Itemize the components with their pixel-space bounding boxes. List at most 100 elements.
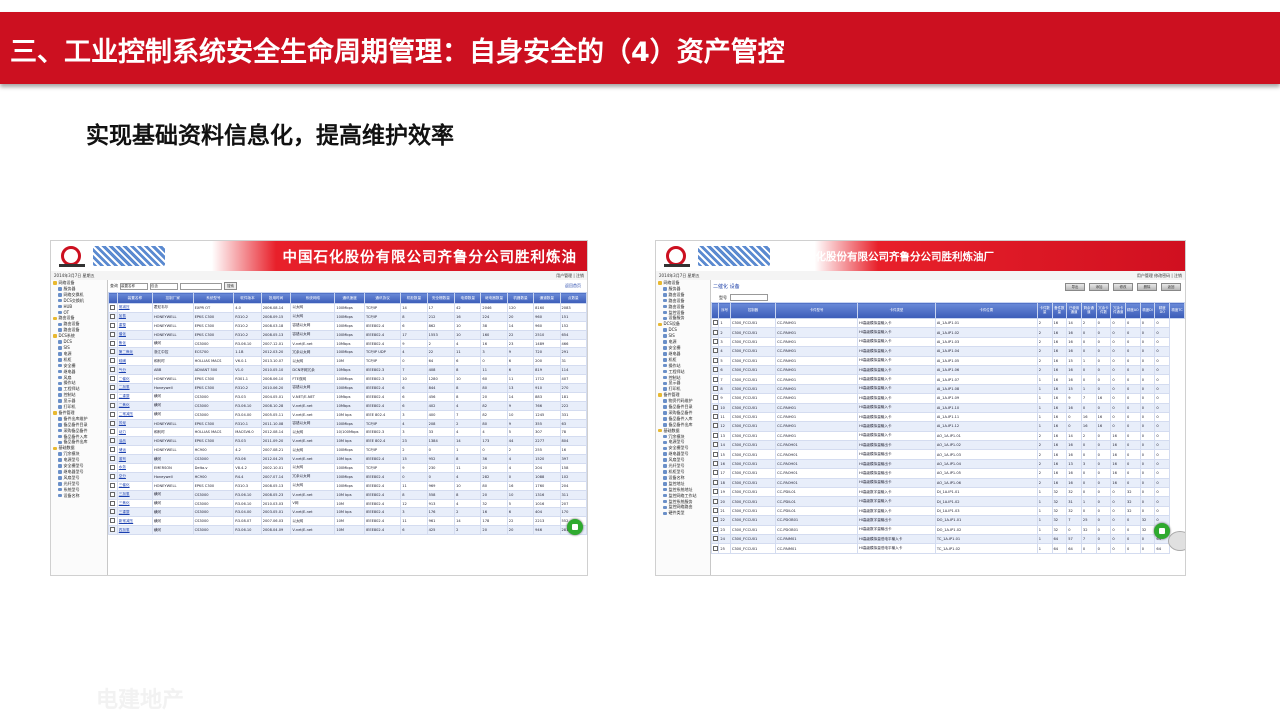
row-checkbox[interactable] (108, 516, 118, 527)
table-link-cell[interactable]: 硫磺 (116, 356, 153, 367)
table-row[interactable]: 6 C300_FCCU01 CC-PAIH01 HI高级模拟量输入卡 AI_1A.IP1… (711, 364, 1185, 376)
column-header[interactable]: 已使用通道 (1066, 302, 1082, 319)
table-row[interactable]: 空分 Honeywell HC900 R4.4 2007.07.14 冗余以太网 100Mb… (108, 471, 587, 482)
row-checkbox[interactable] (711, 515, 720, 526)
table-row[interactable]: 二焦化 横河 CS3000 R3.06.10 2008.10.28 V-net/E-net… (108, 400, 587, 411)
row-checkbox[interactable] (711, 402, 720, 413)
table-link-cell[interactable]: 储运 (116, 445, 153, 456)
float-assistant-icon[interactable] (567, 519, 583, 535)
row-checkbox[interactable] (108, 383, 118, 393)
table-row[interactable]: 25 C300_FCCU01 CC-PAIM01 HI高级模拟量低电平输入卡 TC_1A… (711, 543, 1185, 554)
column-header[interactable]: 备件数量 (1051, 302, 1068, 319)
row-checkbox[interactable] (711, 421, 720, 432)
table-row[interactable]: 1 C300_FCCU01 CC-PAIH01 HI高级模拟量输入卡 AI_1A.IP1… (711, 317, 1185, 329)
table-link-cell[interactable]: 三加氢 (116, 489, 153, 500)
column-header[interactable]: 通讯速度 (334, 292, 365, 304)
table-row[interactable]: 22 C300_FCCU01 CC-PDOB01 HI高级数字量输出卡 DO_1A.IP… (711, 515, 1185, 526)
row-checkbox[interactable] (711, 533, 720, 545)
table-link-cell[interactable]: 二重整 (116, 391, 153, 402)
row-checkbox[interactable] (711, 449, 720, 460)
table-row[interactable]: 13 C300_FCCU01 CC-PAIH01 HI高级模拟量输入卡 AO_1A.IP… (711, 430, 1185, 442)
table-row[interactable]: 7 C300_FCCU01 CC-PAIH01 HI高级模拟量输入卡 AI_1A.IP1… (711, 374, 1185, 385)
column-header[interactable]: 序号 (718, 302, 731, 319)
table-link-cell[interactable]: 常减压 (116, 303, 153, 313)
row-checkbox[interactable] (108, 365, 118, 376)
row-checkbox[interactable] (711, 336, 720, 348)
column-header[interactable]: 安全栅数量 (426, 292, 456, 304)
column-header[interactable]: 装置名称 (116, 292, 153, 304)
column-header[interactable]: 系统型号 (192, 292, 235, 304)
table-row[interactable]: 17 C300_FCCU01 CC-PAOH01 HI高级模拟量输出卡 AO_1A.IP… (711, 468, 1185, 479)
row-checkbox[interactable] (108, 418, 118, 429)
column-header[interactable]: 机柜数量 (400, 292, 428, 304)
table-row[interactable]: 三重整 横河 CS3000 R3.04.00 2003.05.01 V-net/E-net… (108, 507, 587, 518)
table-link-cell[interactable]: 二焦化 (116, 400, 153, 411)
table-link-cell[interactable]: 新常减压 (116, 516, 153, 527)
table-link-cell[interactable]: 溶剂 (116, 454, 153, 465)
column-header[interactable] (108, 292, 118, 304)
table-row[interactable]: 重整 HONEYWELL EPKS C300 R310.2 2008.03.18 容错以太… (108, 320, 587, 331)
action-button[interactable]: 导出 (1065, 282, 1085, 291)
row-checkbox[interactable] (108, 347, 118, 358)
row-checkbox[interactable] (711, 430, 720, 442)
table-row[interactable]: 三加氢 横河 CS3000 R3.06.10 2008.05.23 V-net/E-net… (108, 489, 587, 500)
row-checkbox[interactable] (711, 346, 720, 357)
row-checkbox[interactable] (108, 454, 118, 465)
table-link-cell[interactable]: 第二焦化 (116, 347, 153, 358)
action-button[interactable]: 添加 (1089, 282, 1109, 291)
column-header[interactable]: 投用时间 (260, 292, 292, 304)
row-checkbox[interactable] (711, 477, 720, 489)
table-row[interactable]: 16 C300_FCCU01 CC-PAOH01 HI高级模拟量输出卡 AO_1A.IP… (711, 458, 1185, 470)
table-link-cell[interactable]: 气分 (116, 365, 153, 376)
row-checkbox[interactable] (108, 489, 118, 500)
column-header[interactable]: 机器数量 (506, 292, 535, 304)
row-checkbox[interactable] (108, 409, 118, 420)
column-header[interactable]: 继电器数量 (480, 292, 508, 304)
table-link-cell[interactable]: 二催化 (116, 374, 153, 385)
column-header[interactable]: 精度DO (1154, 302, 1171, 319)
column-header[interactable]: 通讯协议 (363, 292, 402, 304)
table-row[interactable]: 19 C300_FCCU01 CC-PDIL01 HI高级数字量输入卡 DI_1A.IP… (711, 487, 1185, 498)
row-checkbox[interactable] (711, 458, 720, 470)
table-row[interactable]: 10 C300_FCCU01 CC-PAIH01 HI高级模拟量输入卡 AI_1A.IP… (711, 402, 1185, 413)
row-checkbox[interactable] (711, 364, 720, 376)
table-row[interactable]: 14 C300_FCCU01 CC-PAOH01 HI高级模拟量输出卡 AO_1A.IP… (711, 440, 1185, 451)
search-button[interactable]: 搜索 (224, 282, 237, 290)
action-button[interactable]: 删除 (1137, 282, 1157, 291)
action-button[interactable]: 返回 (1161, 282, 1181, 291)
column-header[interactable]: 剩余通道 (1080, 302, 1097, 319)
row-checkbox[interactable] (711, 393, 720, 404)
table-row[interactable]: 溶剂 横河 CS3000 R3.06 2012.04.25 V-net/E-net 10M … (108, 454, 587, 465)
table-row[interactable]: 催化 HONEYWELL EPKS C300 R310.2 2008.05.13 容错以太… (108, 329, 587, 340)
table-link-cell[interactable]: 催化 (116, 329, 153, 340)
table-link-cell[interactable]: 二加氢 (116, 383, 153, 393)
table-row[interactable]: 24 C300_FCCU01 CC-PAIM01 HI高级模拟量低电平输入卡 TC_1A… (711, 533, 1185, 545)
table-row[interactable]: 18 C300_FCCU01 CC-PAOH01 HI高级模拟量输出卡 AO_1A.IP… (711, 477, 1185, 489)
table-row[interactable]: 新常减压 横河 CS3000 R3.08.07 2007.06.03 以太网 10M IEEE… (108, 516, 587, 527)
column-header[interactable]: 控制器 (729, 302, 777, 319)
table-link-cell[interactable]: 水务 (116, 463, 153, 473)
table-link-cell[interactable]: 空分 (116, 471, 153, 482)
table-row[interactable]: 三焦化 横河 CS3000 R3.06.10 2010.03.03 V网 10M IEEE80… (108, 498, 587, 509)
table-row[interactable]: 硫磺 和利时 HOLLIAS MACS V6.0.1 2013.10.07 以太网 10M T… (108, 356, 587, 367)
row-checkbox[interactable] (711, 411, 720, 423)
table-row[interactable]: 加氢 HONEYWELL EPKS C300 R310.2 2008.09.15 以太网 1… (108, 311, 587, 322)
table-link-cell[interactable]: 三催化 (116, 480, 153, 491)
table-link-cell[interactable]: 三焦化 (116, 498, 153, 509)
column-header[interactable]: 精度AO (1125, 302, 1141, 319)
table-link-cell[interactable]: 加氢 (116, 311, 153, 322)
table-row[interactable]: 储运 HONEYWELL HC900 4.2 2007.08.21 以太网 100Mbps T… (108, 445, 587, 456)
table-row[interactable]: 2 C300_FCCU01 CC-PAIH01 HI高级模拟量输入卡 AI_1A.IP1… (711, 327, 1185, 338)
user-links[interactable]: 用户管理 修改密码 | 注销 (1137, 271, 1182, 280)
table-link-cell[interactable]: 芳烃 (116, 418, 153, 429)
table-row[interactable]: 二常减压 横河 CS3000 R3.04.00 2005.05.11 V-net/E-ne… (108, 409, 587, 420)
table-row[interactable]: 第二焦化 浙江中控 ECS700 1.1B 2012.03.20 冗余以太网 100Mbps… (108, 347, 587, 358)
row-checkbox[interactable] (108, 445, 118, 456)
table-row[interactable]: 23 C300_FCCU01 CC-PDOB01 HI高级数字量输出卡 DO_1A.IP… (711, 524, 1185, 536)
row-checkbox[interactable] (711, 440, 720, 451)
column-header[interactable]: 控制厂家 (151, 292, 194, 304)
row-checkbox[interactable] (108, 436, 118, 447)
table-row[interactable]: 芳烃 HONEYWELL EPKS C300 R310.1 2011.10.08 容错以太… (108, 418, 587, 429)
row-checkbox[interactable] (108, 471, 118, 482)
row-checkbox[interactable] (108, 338, 118, 349)
